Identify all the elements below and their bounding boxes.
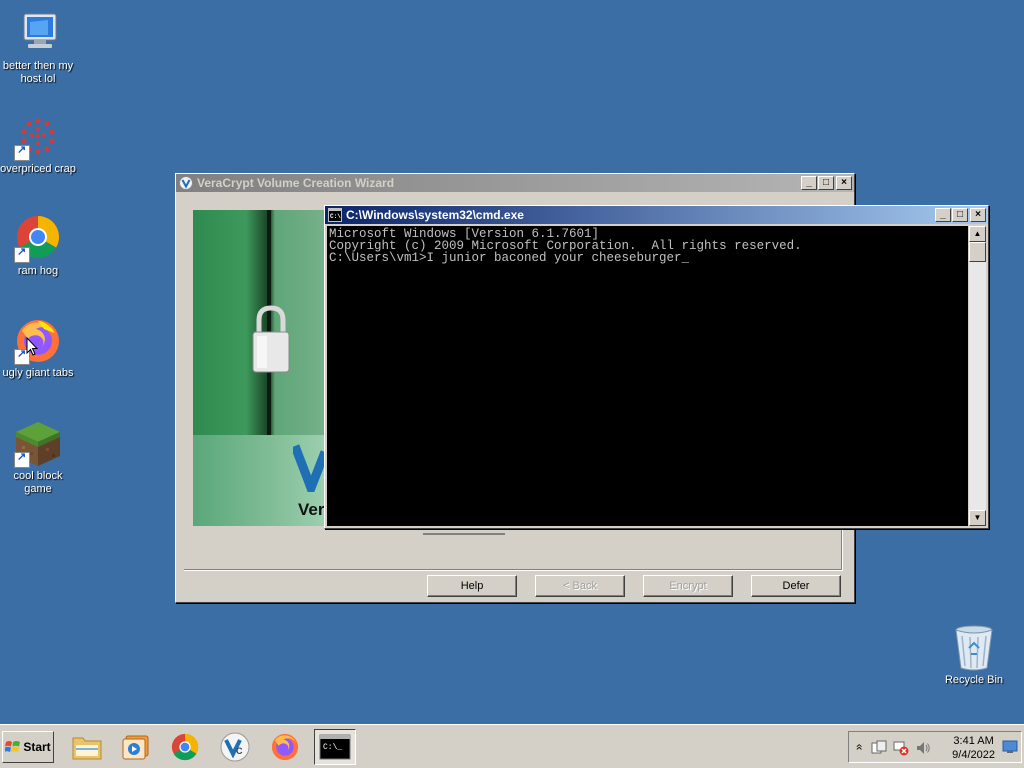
close-button[interactable]: ×: [970, 208, 986, 222]
console-output[interactable]: Microsoft Windows [Version 6.1.7601] Copy…: [327, 226, 968, 526]
computer-icon: [14, 10, 62, 58]
start-button[interactable]: Start: [2, 731, 54, 763]
desktop-icon-label: Recycle Bin: [944, 674, 1004, 686]
taskbar-explorer[interactable]: [66, 729, 108, 765]
close-button[interactable]: ×: [836, 176, 852, 190]
desktop-icon-overpriced[interactable]: overpriced crap: [0, 113, 76, 176]
shortcut-arrow-icon: [14, 451, 30, 468]
desktop-icon-recycle-bin[interactable]: Recycle Bin: [936, 624, 1012, 687]
console-prompt-line: C:\Users\vm1>I junior baconed your chees…: [329, 251, 690, 265]
taskbar-cmd[interactable]: C:\_: [314, 729, 356, 765]
scroll-thumb[interactable]: [969, 242, 986, 262]
network-error-icon[interactable]: [893, 740, 909, 756]
scroll-up-arrow-icon[interactable]: ▲: [969, 226, 986, 242]
cmd-window[interactable]: C:\ C:\Windows\system32\cmd.exe _ □ × Mi…: [324, 205, 989, 529]
show-desktop-icon[interactable]: [1002, 740, 1018, 754]
tray-chevron-icon[interactable]: »: [851, 744, 865, 751]
start-label: Start: [23, 740, 51, 754]
cmd-icon: C:\: [328, 208, 342, 222]
veracrypt-logo-icon: C: [220, 732, 250, 762]
console-scrollbar[interactable]: ▲ ▼: [969, 226, 986, 526]
shortcut-arrow-icon: [14, 246, 30, 263]
chrome-icon: [171, 733, 199, 761]
minimize-button[interactable]: _: [935, 208, 951, 222]
wizard-divider: [184, 526, 843, 571]
veracrypt-logo-icon: [179, 176, 193, 190]
recycle-bin-icon: [950, 624, 998, 672]
desktop-icon-minecraft[interactable]: cool block game: [0, 420, 76, 496]
shortcut-arrow-icon: [14, 144, 30, 161]
clock-time: 3:41 AM: [953, 735, 994, 747]
system-tray: » 3:41 AM 9/4/2022: [848, 731, 1022, 763]
back-button[interactable]: < Back: [535, 575, 625, 597]
progress-marker: [423, 533, 505, 535]
help-button[interactable]: Help: [427, 575, 517, 597]
window-title: VeraCrypt Volume Creation Wizard: [197, 176, 395, 190]
taskbar-media-player[interactable]: [114, 729, 156, 765]
taskbar: Start C C:\_ » 3:41 AM 9/4/2022: [0, 724, 1024, 768]
desktop-icon-chrome[interactable]: ram hog: [0, 215, 76, 278]
desktop-icon-label: ugly giant tabs: [2, 367, 74, 379]
svg-text:C: C: [236, 746, 243, 756]
desktop-icon-computer[interactable]: better then my host lol: [0, 10, 76, 86]
desktop-icon-label: ram hog: [17, 265, 59, 277]
desktop-icon-firefox[interactable]: ugly giant tabs: [0, 317, 76, 380]
maximize-button[interactable]: □: [952, 208, 968, 222]
windows-logo-icon: [5, 741, 21, 752]
minimize-button[interactable]: _: [801, 176, 817, 190]
firefox-icon: [271, 733, 299, 761]
taskbar-veracrypt[interactable]: C: [214, 729, 256, 765]
svg-text:C:\_: C:\_: [323, 743, 342, 752]
action-center-icon[interactable]: [871, 740, 887, 756]
red-dots-icon: [14, 113, 62, 161]
folder-icon: [72, 737, 102, 760]
media-player-icon: [122, 735, 149, 760]
veracrypt-titlebar[interactable]: VeraCrypt Volume Creation Wizard _ □ ×: [176, 174, 854, 192]
firefox-icon: [14, 317, 62, 365]
window-title: C:\Windows\system32\cmd.exe: [346, 208, 524, 222]
defer-button[interactable]: Defer: [751, 575, 841, 597]
desktop-icon-label: better then my host lol: [2, 60, 74, 85]
clock[interactable]: 3:41 AM 9/4/2022: [952, 734, 995, 762]
scroll-down-arrow-icon[interactable]: ▼: [969, 510, 986, 526]
veracrypt-v-logo-icon: [293, 444, 325, 492]
volume-icon[interactable]: [915, 740, 931, 756]
maximize-button[interactable]: □: [818, 176, 834, 190]
wizard-banner-image: Ver: [193, 210, 325, 526]
desktop-icon-label: cool block game: [13, 470, 63, 495]
minecraft-grass-icon: [14, 420, 62, 468]
banner-text: Ver: [298, 500, 325, 519]
encrypt-button[interactable]: Encrypt: [643, 575, 733, 597]
chrome-icon: [14, 215, 62, 263]
cmd-icon: C:\_: [319, 734, 351, 760]
desktop-icon-label: overpriced crap: [0, 163, 76, 175]
padlock-icon: [252, 305, 290, 373]
taskbar-firefox[interactable]: [264, 729, 306, 765]
svg-text:C:\: C:\: [330, 213, 341, 220]
mouse-cursor-icon: [26, 337, 38, 356]
cmd-titlebar[interactable]: C:\ C:\Windows\system32\cmd.exe _ □ ×: [325, 206, 988, 224]
clock-date: 9/4/2022: [952, 749, 995, 761]
taskbar-chrome[interactable]: [164, 729, 206, 765]
